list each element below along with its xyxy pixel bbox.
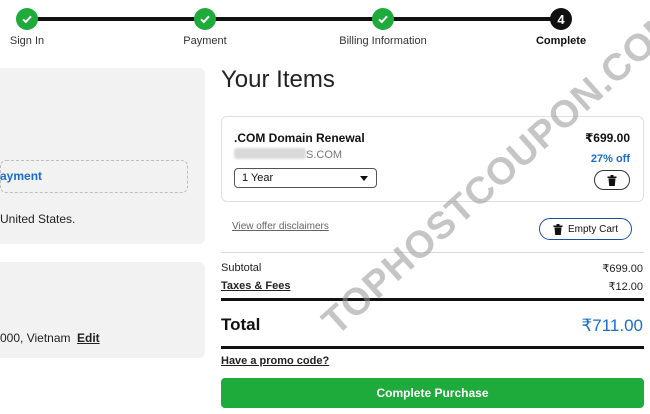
step-number: 4: [550, 8, 572, 30]
step-label: Payment: [183, 35, 227, 47]
empty-cart-label: Empty Cart: [567, 223, 618, 235]
step-payment[interactable]: Payment: [155, 8, 255, 47]
country-text: United States.: [0, 212, 76, 226]
divider: [221, 346, 644, 349]
step-sign-in[interactable]: Sign In: [0, 8, 77, 47]
subtotal-label: Subtotal: [221, 262, 262, 274]
remove-item-button[interactable]: [594, 170, 630, 190]
step-complete: 4 Complete: [511, 8, 611, 47]
promo-code-link[interactable]: Have a promo code?: [221, 355, 329, 367]
trash-icon: [607, 174, 617, 186]
redacted-domain: [234, 148, 306, 159]
check-icon: [194, 8, 216, 30]
check-icon: [372, 8, 394, 30]
billing-address-text: 000, Vietnam: [0, 331, 71, 345]
check-icon: [16, 8, 38, 30]
cart-item-card: .COM Domain Renewal S.COM 1 Year ₹699.00…: [221, 116, 644, 202]
item-domain: S.COM: [234, 148, 342, 161]
term-select[interactable]: 1 Year: [234, 168, 377, 188]
step-label: Billing Information: [339, 35, 427, 47]
total-label: Total: [221, 315, 261, 334]
domain-suffix: S.COM: [306, 149, 343, 161]
divider: [221, 298, 644, 301]
page-title: Your Items: [221, 66, 335, 93]
taxes-fees-link[interactable]: Taxes & Fees: [221, 280, 291, 292]
step-label: Complete: [535, 35, 587, 47]
payment-link[interactable]: ayment: [0, 169, 42, 183]
taxes-value: ₹12.00: [608, 281, 643, 293]
edit-billing-link[interactable]: Edit: [77, 331, 100, 345]
checkout-progress-stepper: Sign In Payment Billing Information 4 Co…: [0, 0, 650, 56]
empty-cart-button[interactable]: Empty Cart: [539, 218, 632, 240]
total-value: ₹711.00: [581, 316, 643, 335]
offer-disclaimers-link[interactable]: View offer disclaimers: [232, 221, 329, 232]
complete-purchase-button[interactable]: Complete Purchase: [221, 378, 644, 408]
step-label: Sign In: [9, 35, 45, 47]
divider: [221, 252, 644, 253]
item-name: .COM Domain Renewal: [234, 131, 365, 145]
term-selected-value: 1 Year: [242, 172, 274, 184]
step-billing-information[interactable]: Billing Information: [333, 8, 433, 47]
trash-icon: [553, 223, 563, 235]
item-price: ₹699.00: [584, 131, 630, 145]
subtotal-value: ₹699.00: [602, 263, 643, 275]
chevron-down-icon: [360, 176, 368, 181]
item-discount: 27% off: [590, 153, 630, 165]
